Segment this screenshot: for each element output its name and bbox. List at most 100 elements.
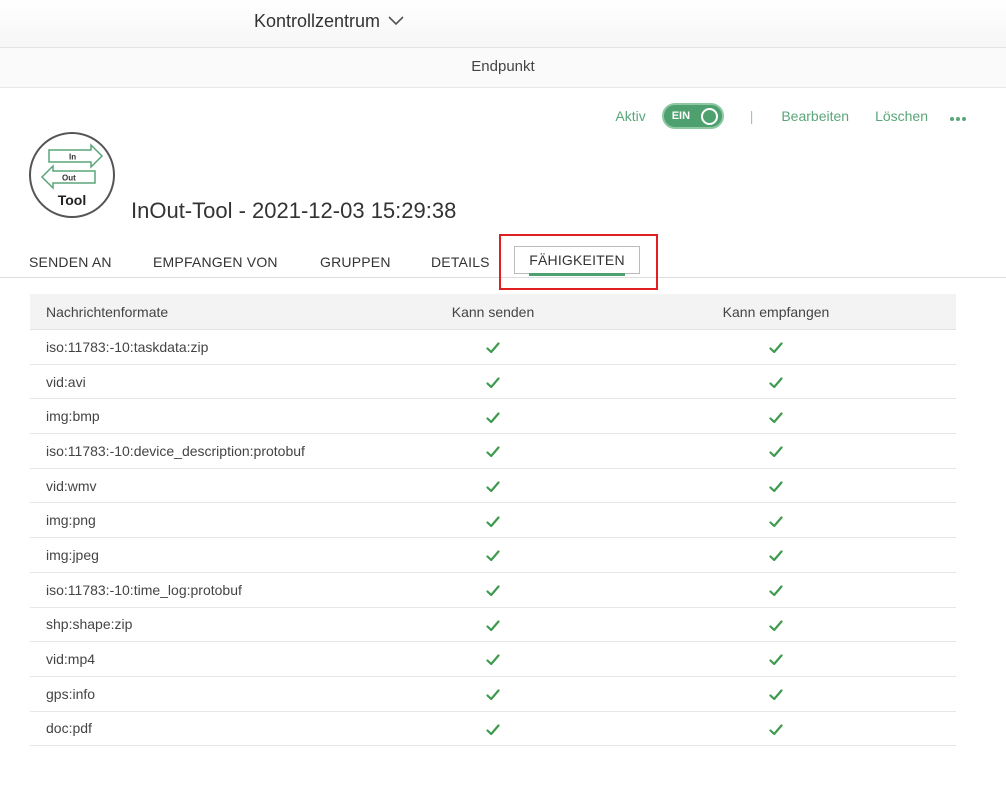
table-body: iso:11783:-10:taskdata:zip vid:avi img:bmp…: [30, 330, 956, 747]
format-cell: gps:info: [46, 685, 96, 702]
column-header-receive: Kann empfangen: [722, 303, 830, 320]
format-cell: shp:shape:zip: [46, 616, 133, 633]
format-cell: iso:11783:-10:device_description:protobu…: [46, 442, 305, 459]
tab-faehigkeiten[interactable]: FÄHIGKEITEN: [514, 246, 640, 276]
top-bar: Kontrollzentrum: [0, 0, 1006, 48]
receive-cell: [596, 616, 956, 632]
check-icon: [486, 582, 500, 598]
logo-out-text: Out: [62, 174, 76, 183]
format-cell: doc:pdf: [46, 720, 92, 737]
table-row: iso:11783:-10:taskdata:zip: [30, 330, 956, 365]
inout-arrows-icon: In Out Tool: [40, 143, 104, 208]
active-toggle[interactable]: EIN: [661, 103, 724, 129]
table-row: vid:avi: [30, 365, 956, 400]
tab-empfangen-von[interactable]: EMPFANGEN VON: [153, 254, 278, 270]
column-header-format: Nachrichtenformate: [46, 303, 169, 320]
send-cell: [390, 651, 596, 667]
check-icon: [486, 547, 500, 563]
format-cell: img:bmp: [46, 408, 100, 425]
tab-senden-an[interactable]: SENDEN AN: [29, 254, 112, 270]
check-icon: [486, 374, 500, 390]
check-icon: [486, 720, 500, 736]
status-label: Aktiv: [615, 108, 646, 124]
chevron-down-icon: [388, 16, 404, 26]
format-cell: iso:11783:-10:time_log:protobuf: [46, 581, 242, 598]
table-row: img:png: [30, 503, 956, 539]
send-cell: [390, 582, 596, 598]
check-icon: [486, 478, 500, 494]
send-cell: [390, 616, 596, 632]
check-icon: [769, 408, 783, 424]
send-cell: [390, 443, 596, 459]
check-icon: [769, 443, 783, 459]
capabilities-table: Nachrichtenformate Kann senden Kann empf…: [30, 294, 956, 747]
check-icon: [769, 547, 783, 563]
check-icon: [486, 339, 500, 355]
table-row: vid:wmv: [30, 469, 956, 504]
check-icon: [769, 374, 783, 390]
check-icon: [486, 686, 500, 702]
column-header-send: Kann senden: [451, 303, 535, 320]
receive-cell: [596, 443, 956, 459]
section-title: Endpunkt: [471, 58, 535, 75]
more-dots-icon[interactable]: [950, 111, 966, 121]
endpoint-actions: Aktiv EIN | Bearbeiten Löschen: [615, 102, 966, 130]
logo-tool-text: Tool: [58, 192, 87, 208]
check-icon: [486, 443, 500, 459]
context-label: Kontrollzentrum: [254, 10, 381, 31]
table-row: img:jpeg: [30, 538, 956, 573]
receive-cell: [596, 374, 956, 390]
receive-cell: [596, 339, 956, 355]
section-bar: Endpunkt: [0, 48, 1006, 88]
check-icon: [769, 616, 783, 632]
toggle-knob: [700, 107, 718, 125]
send-cell: [390, 512, 596, 528]
send-cell: [390, 374, 596, 390]
check-icon: [486, 616, 500, 632]
format-cell: img:jpeg: [46, 546, 99, 563]
send-cell: [390, 339, 596, 355]
tab-bar: SENDEN AN EMPFANGEN VON GRUPPEN DETAILS …: [0, 242, 1006, 278]
check-icon: [769, 686, 783, 702]
endpoint-logo: In Out Tool: [29, 132, 115, 218]
send-cell: [390, 408, 596, 424]
check-icon: [769, 720, 783, 736]
toggle-label: EIN: [671, 110, 691, 122]
table-row: vid:mp4: [30, 642, 956, 677]
format-cell: vid:avi: [46, 373, 86, 390]
check-icon: [769, 512, 783, 528]
check-icon: [769, 651, 783, 667]
context-switcher[interactable]: Kontrollzentrum: [254, 9, 404, 33]
send-cell: [390, 478, 596, 494]
check-icon: [769, 478, 783, 494]
table-row: shp:shape:zip: [30, 608, 956, 643]
logo-in-text: In: [69, 153, 76, 162]
check-icon: [486, 512, 500, 528]
table-row: gps:info: [30, 677, 956, 712]
receive-cell: [596, 582, 956, 598]
table-row: iso:11783:-10:time_log:protobuf: [30, 573, 956, 608]
send-cell: [390, 547, 596, 563]
receive-cell: [596, 478, 956, 494]
format-cell: img:png: [46, 512, 96, 529]
table-row: img:bmp: [30, 399, 956, 435]
format-cell: iso:11783:-10:taskdata:zip: [46, 338, 209, 355]
check-icon: [486, 408, 500, 424]
check-icon: [769, 339, 783, 355]
receive-cell: [596, 512, 956, 528]
send-cell: [390, 720, 596, 736]
receive-cell: [596, 686, 956, 702]
check-icon: [769, 582, 783, 598]
table-row: doc:pdf: [30, 712, 956, 747]
format-cell: vid:mp4: [46, 651, 96, 668]
send-cell: [390, 686, 596, 702]
tab-gruppen[interactable]: GRUPPEN: [320, 254, 391, 270]
edit-button[interactable]: Bearbeiten: [781, 108, 849, 124]
tab-details[interactable]: DETAILS: [431, 254, 490, 270]
receive-cell: [596, 408, 956, 424]
receive-cell: [596, 547, 956, 563]
table-header: Nachrichtenformate Kann senden Kann empf…: [30, 294, 956, 330]
format-cell: vid:wmv: [46, 477, 97, 494]
delete-button[interactable]: Löschen: [875, 108, 928, 124]
actions-separator: |: [749, 108, 754, 124]
